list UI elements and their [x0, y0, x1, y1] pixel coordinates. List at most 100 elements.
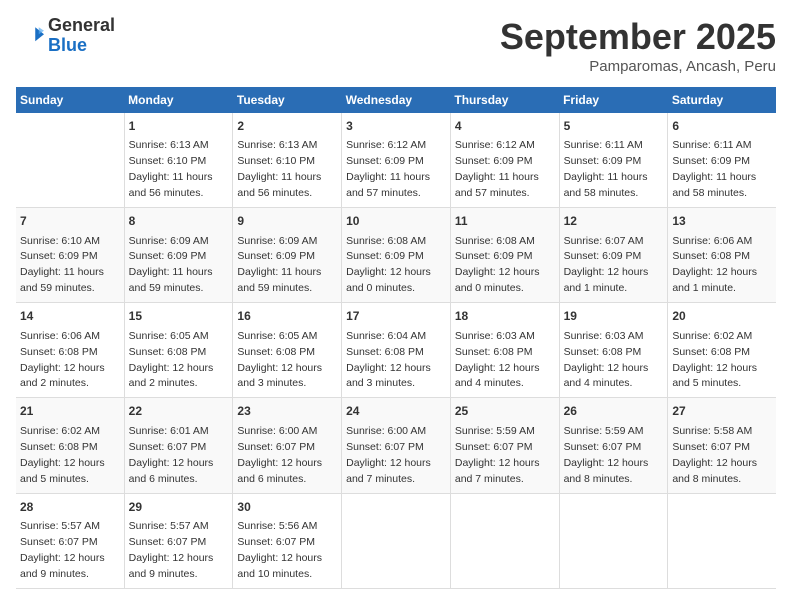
- calendar-week-row: 1 Sunrise: 6:13 AMSunset: 6:10 PMDaylight…: [16, 113, 776, 208]
- day-number: 25: [455, 403, 555, 420]
- calendar-cell: 23 Sunrise: 6:00 AMSunset: 6:07 PMDayligh…: [233, 398, 342, 493]
- day-number: 1: [129, 118, 229, 135]
- day-info: Sunrise: 6:03 AMSunset: 6:08 PMDaylight:…: [455, 330, 540, 390]
- calendar-week-row: 21 Sunrise: 6:02 AMSunset: 6:08 PMDayligh…: [16, 398, 776, 493]
- calendar-week-row: 28 Sunrise: 5:57 AMSunset: 6:07 PMDayligh…: [16, 493, 776, 588]
- calendar-cell: 16 Sunrise: 6:05 AMSunset: 6:08 PMDayligh…: [233, 303, 342, 398]
- day-info: Sunrise: 6:11 AMSunset: 6:09 PMDaylight:…: [672, 139, 756, 199]
- logo-general-text: General: [48, 16, 115, 36]
- calendar-cell: 7 Sunrise: 6:10 AMSunset: 6:09 PMDaylight…: [16, 208, 124, 303]
- day-number: 16: [237, 308, 337, 325]
- header-day: Monday: [124, 87, 233, 113]
- day-number: 6: [672, 118, 772, 135]
- calendar-week-row: 14Sunrise: 6:06 AMSunset: 6:08 PMDayligh…: [16, 303, 776, 398]
- calendar-cell: 12 Sunrise: 6:07 AMSunset: 6:09 PMDayligh…: [559, 208, 668, 303]
- day-number: 21: [20, 403, 120, 420]
- day-number: 2: [237, 118, 337, 135]
- header-day: Saturday: [668, 87, 776, 113]
- calendar-cell: 8 Sunrise: 6:09 AMSunset: 6:09 PMDaylight…: [124, 208, 233, 303]
- day-info: Sunrise: 6:05 AMSunset: 6:08 PMDaylight:…: [237, 330, 322, 390]
- calendar-cell: [16, 113, 124, 208]
- day-info: Sunrise: 6:13 AMSunset: 6:10 PMDaylight:…: [237, 139, 321, 199]
- logo-blue-text: Blue: [48, 36, 115, 56]
- calendar-cell: 2 Sunrise: 6:13 AMSunset: 6:10 PMDaylight…: [233, 113, 342, 208]
- day-info: Sunrise: 5:59 AMSunset: 6:07 PMDaylight:…: [564, 425, 649, 485]
- header-row: SundayMondayTuesdayWednesdayThursdayFrid…: [16, 87, 776, 113]
- day-number: 7: [20, 213, 120, 230]
- day-number: 19: [564, 308, 664, 325]
- day-info: Sunrise: 5:57 AMSunset: 6:07 PMDaylight:…: [20, 520, 105, 580]
- calendar-cell: 18 Sunrise: 6:03 AMSunset: 6:08 PMDayligh…: [450, 303, 559, 398]
- calendar-cell: 19Sunrise: 6:03 AMSunset: 6:08 PMDayligh…: [559, 303, 668, 398]
- day-number: 8: [129, 213, 229, 230]
- day-number: 18: [455, 308, 555, 325]
- day-number: 3: [346, 118, 446, 135]
- day-number: 22: [129, 403, 229, 420]
- day-info: Sunrise: 6:12 AMSunset: 6:09 PMDaylight:…: [346, 139, 430, 199]
- day-info: Sunrise: 6:04 AMSunset: 6:08 PMDaylight:…: [346, 330, 431, 390]
- month-title: September 2025: [500, 16, 776, 58]
- day-info: Sunrise: 6:08 AMSunset: 6:09 PMDaylight:…: [455, 235, 540, 295]
- day-number: 28: [20, 499, 120, 516]
- day-number: 12: [564, 213, 664, 230]
- day-info: Sunrise: 6:06 AMSunset: 6:08 PMDaylight:…: [672, 235, 757, 295]
- calendar-cell: 28 Sunrise: 5:57 AMSunset: 6:07 PMDayligh…: [16, 493, 124, 588]
- day-number: 15: [129, 308, 229, 325]
- calendar-cell: 15 Sunrise: 6:05 AMSunset: 6:08 PMDayligh…: [124, 303, 233, 398]
- calendar-cell: 21 Sunrise: 6:02 AMSunset: 6:08 PMDayligh…: [16, 398, 124, 493]
- calendar-cell: 17 Sunrise: 6:04 AMSunset: 6:08 PMDayligh…: [342, 303, 451, 398]
- calendar-cell: 26 Sunrise: 5:59 AMSunset: 6:07 PMDayligh…: [559, 398, 668, 493]
- header-day: Thursday: [450, 87, 559, 113]
- day-info: Sunrise: 5:57 AMSunset: 6:07 PMDaylight:…: [129, 520, 214, 580]
- location: Pamparomas, Ancash, Peru: [500, 58, 776, 75]
- day-info: Sunrise: 6:02 AMSunset: 6:08 PMDaylight:…: [672, 330, 757, 390]
- calendar-cell: 9Sunrise: 6:09 AMSunset: 6:09 PMDaylight…: [233, 208, 342, 303]
- day-info: Sunrise: 6:08 AMSunset: 6:09 PMDaylight:…: [346, 235, 431, 295]
- day-info: Sunrise: 6:09 AMSunset: 6:09 PMDaylight:…: [129, 235, 213, 295]
- header-day: Friday: [559, 87, 668, 113]
- calendar-cell: 3 Sunrise: 6:12 AMSunset: 6:09 PMDaylight…: [342, 113, 451, 208]
- page-header: General Blue September 2025 Pamparomas, …: [16, 16, 776, 75]
- calendar-cell: 10 Sunrise: 6:08 AMSunset: 6:09 PMDayligh…: [342, 208, 451, 303]
- day-number: 26: [564, 403, 664, 420]
- day-info: Sunrise: 6:10 AMSunset: 6:09 PMDaylight:…: [20, 235, 104, 295]
- day-info: Sunrise: 5:58 AMSunset: 6:07 PMDaylight:…: [672, 425, 757, 485]
- calendar-cell: 1 Sunrise: 6:13 AMSunset: 6:10 PMDaylight…: [124, 113, 233, 208]
- day-number: 13: [672, 213, 772, 230]
- day-info: Sunrise: 6:11 AMSunset: 6:09 PMDaylight:…: [564, 139, 648, 199]
- day-info: Sunrise: 6:06 AMSunset: 6:08 PMDaylight:…: [20, 330, 105, 390]
- logo: General Blue: [16, 16, 115, 56]
- calendar-cell: [450, 493, 559, 588]
- calendar-table: SundayMondayTuesdayWednesdayThursdayFrid…: [16, 87, 776, 589]
- day-number: 29: [129, 499, 229, 516]
- day-number: 10: [346, 213, 446, 230]
- day-info: Sunrise: 6:13 AMSunset: 6:10 PMDaylight:…: [129, 139, 213, 199]
- title-block: September 2025 Pamparomas, Ancash, Peru: [500, 16, 776, 75]
- header-day: Tuesday: [233, 87, 342, 113]
- day-number: 23: [237, 403, 337, 420]
- calendar-cell: 25 Sunrise: 5:59 AMSunset: 6:07 PMDayligh…: [450, 398, 559, 493]
- calendar-cell: 22Sunrise: 6:01 AMSunset: 6:07 PMDayligh…: [124, 398, 233, 493]
- day-number: 20: [672, 308, 772, 325]
- day-number: 30: [237, 499, 337, 516]
- day-info: Sunrise: 5:59 AMSunset: 6:07 PMDaylight:…: [455, 425, 540, 485]
- calendar-cell: [559, 493, 668, 588]
- day-info: Sunrise: 6:12 AMSunset: 6:09 PMDaylight:…: [455, 139, 539, 199]
- day-number: 27: [672, 403, 772, 420]
- day-number: 11: [455, 213, 555, 230]
- day-info: Sunrise: 6:02 AMSunset: 6:08 PMDaylight:…: [20, 425, 105, 485]
- day-info: Sunrise: 6:00 AMSunset: 6:07 PMDaylight:…: [237, 425, 322, 485]
- header-day: Wednesday: [342, 87, 451, 113]
- calendar-cell: 27 Sunrise: 5:58 AMSunset: 6:07 PMDayligh…: [668, 398, 776, 493]
- calendar-cell: 30 Sunrise: 5:56 AMSunset: 6:07 PMDayligh…: [233, 493, 342, 588]
- day-info: Sunrise: 6:05 AMSunset: 6:08 PMDaylight:…: [129, 330, 214, 390]
- calendar-cell: [668, 493, 776, 588]
- day-info: Sunrise: 6:09 AMSunset: 6:09 PMDaylight:…: [237, 235, 321, 295]
- header-day: Sunday: [16, 87, 124, 113]
- calendar-cell: 4Sunrise: 6:12 AMSunset: 6:09 PMDaylight…: [450, 113, 559, 208]
- day-info: Sunrise: 6:07 AMSunset: 6:09 PMDaylight:…: [564, 235, 649, 295]
- day-number: 17: [346, 308, 446, 325]
- calendar-cell: 14Sunrise: 6:06 AMSunset: 6:08 PMDayligh…: [16, 303, 124, 398]
- day-info: Sunrise: 5:56 AMSunset: 6:07 PMDaylight:…: [237, 520, 322, 580]
- calendar-cell: 29 Sunrise: 5:57 AMSunset: 6:07 PMDayligh…: [124, 493, 233, 588]
